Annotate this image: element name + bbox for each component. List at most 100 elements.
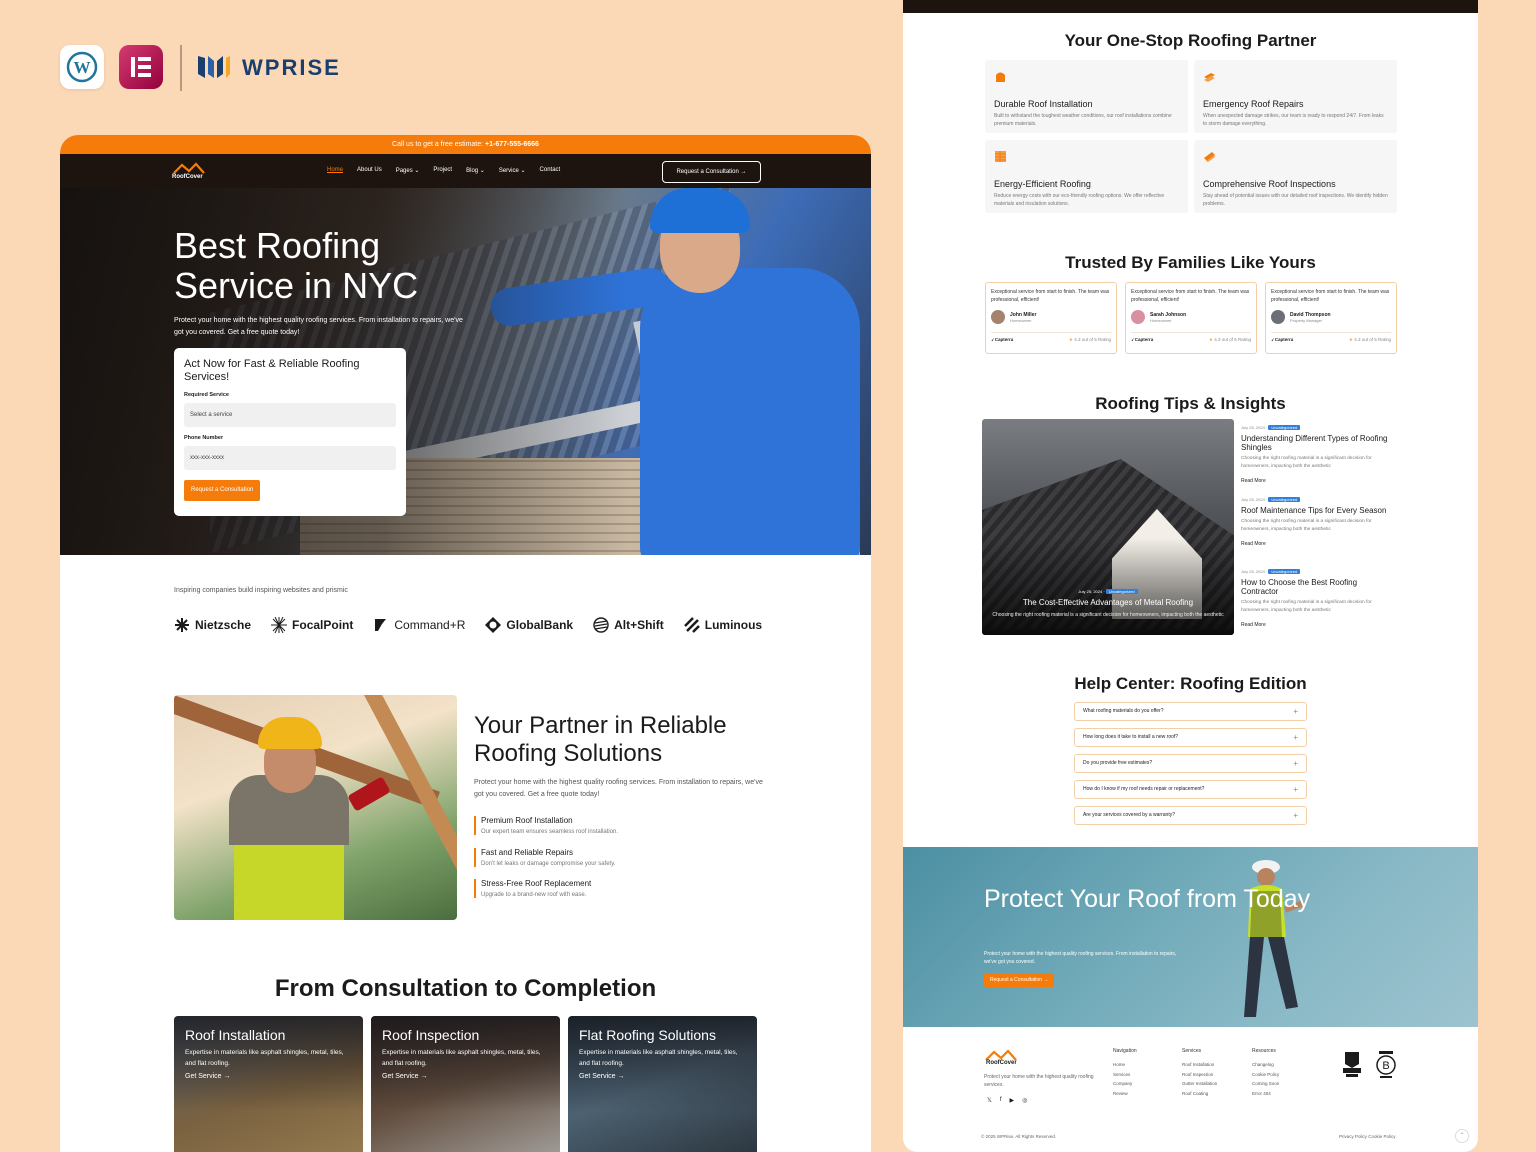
service-card-desc: Built to withstand the toughest weather …: [994, 113, 1172, 127]
category-badge: Uncategorized: [1268, 497, 1301, 502]
post-title[interactable]: How to Choose the Best Roofing Contracto…: [1241, 578, 1391, 596]
footer-link[interactable]: Gutter Installation: [1182, 1079, 1217, 1089]
roofcover-logo-icon[interactable]: [172, 162, 206, 174]
facebook-icon[interactable]: f: [1000, 1097, 1002, 1104]
featured-blog-post[interactable]: July 25, 2024 · Uncategorized The Cost-E…: [982, 419, 1234, 635]
get-service-link[interactable]: Get Service →: [579, 1073, 746, 1080]
category-badge: Uncategorized: [1268, 425, 1301, 430]
service-card-desc: Expertise in materials like asphalt shin…: [579, 1049, 738, 1067]
client-logo-luminous: Luminous: [683, 617, 762, 633]
nav-pages[interactable]: Pages ⌄: [396, 167, 420, 174]
plus-icon[interactable]: +: [1293, 703, 1298, 720]
category-badge: Uncategorized: [1105, 589, 1138, 594]
nav-about[interactable]: About Us: [357, 167, 382, 174]
nav-blog[interactable]: Blog ⌄: [466, 167, 485, 174]
testimonial-name: John Miller: [1010, 311, 1037, 318]
service-card-desc: Reduce energy costs with our eco-friendl…: [994, 193, 1165, 207]
service-card[interactable]: Energy-Efficient Roofing Reduce energy c…: [985, 140, 1188, 213]
get-service-link[interactable]: Get Service →: [185, 1073, 352, 1080]
nav-service[interactable]: Service ⌄: [499, 167, 526, 174]
feature-item: Premium Roof Installation Our expert tea…: [474, 816, 618, 835]
footer-link[interactable]: Cookie Policy: [1252, 1070, 1279, 1080]
read-more-link[interactable]: Read More: [1241, 478, 1391, 484]
star-icon: ★: [1208, 337, 1213, 342]
testimonials-title: Trusted By Families Like Yours: [1065, 253, 1316, 272]
featured-post-title[interactable]: The Cost-Effective Advantages of Metal R…: [982, 598, 1234, 607]
plus-icon[interactable]: +: [1293, 755, 1298, 772]
roof-panel-icon: [995, 151, 1006, 162]
footer-col-title: Services: [1182, 1048, 1202, 1054]
homepage-preview-right: Your One-Stop Roofing Partner Durable Ro…: [903, 0, 1478, 1152]
footer-link[interactable]: Roof Coating: [1182, 1089, 1217, 1099]
faq-item[interactable]: Do you provide free estimates? +: [1074, 754, 1307, 773]
footer-link[interactable]: Roof Installation: [1182, 1060, 1217, 1070]
cta-worker-image: [1244, 860, 1305, 1017]
blog-list-item[interactable]: July 25, 2024 · Uncategorized How to Cho…: [1241, 569, 1391, 628]
topbar-phone-link[interactable]: +1-677-555-6666: [485, 141, 539, 148]
faq-item[interactable]: Are your services covered by a warranty?…: [1074, 806, 1307, 825]
nav-home[interactable]: Home: [327, 167, 343, 174]
service-card-flat-roofing[interactable]: Flat Roofing Solutions Expertise in mate…: [568, 1016, 757, 1152]
phone-input[interactable]: xxx-xxx-xxxx: [184, 446, 396, 470]
faq-item[interactable]: How do I know if my roof needs repair or…: [1074, 780, 1307, 799]
blog-list-item[interactable]: July 25, 2024 · Uncategorized Roof Maint…: [1241, 497, 1391, 547]
feature-desc: Upgrade to a brand-new roof with ease.: [481, 892, 587, 898]
get-service-link[interactable]: Get Service →: [382, 1073, 549, 1080]
form-submit-button[interactable]: Request a Consultation: [184, 480, 261, 501]
blog-list-item[interactable]: July 25, 2024 · Uncategorized Understand…: [1241, 425, 1391, 484]
cta-request-button[interactable]: Request a Consultation →: [984, 973, 1055, 987]
plus-icon[interactable]: +: [1293, 781, 1298, 798]
footer-legal-links[interactable]: Privacy Policy Cookie Policy: [1339, 1134, 1396, 1139]
footer-link[interactable]: Changelog: [1252, 1060, 1279, 1070]
testimonial-role: Homeowner: [1150, 317, 1172, 323]
consultation-form: Act Now for Fast & Reliable Roofing Serv…: [174, 348, 406, 516]
client-logo-nietzsche: Nietzsche: [174, 617, 251, 633]
nav-contact[interactable]: Contact: [540, 167, 561, 174]
back-to-top-icon[interactable]: ⌃: [1455, 1129, 1469, 1143]
service-card-roof-installation[interactable]: Roof Installation Expertise in materials…: [174, 1016, 363, 1152]
footer-link[interactable]: Services: [1113, 1070, 1137, 1080]
wordpress-icon: W: [60, 45, 104, 89]
brand-divider: [180, 45, 182, 91]
footer-social-links: 𝕏 f ▶ ◎: [987, 1097, 1027, 1104]
x-twitter-icon[interactable]: 𝕏: [987, 1097, 992, 1104]
roofcover-logo-text[interactable]: RoofCover: [172, 174, 203, 180]
footer-link[interactable]: Error 404: [1252, 1089, 1279, 1099]
service-card-desc: When unexpected damage strikes, our team…: [1203, 113, 1384, 127]
clients-caption: Inspiring companies build inspiring webs…: [174, 587, 348, 594]
footer-logo-text[interactable]: RoofCover: [986, 1060, 1017, 1066]
service-card[interactable]: Emergency Roof Repairs When unexpected d…: [1194, 60, 1397, 133]
youtube-icon[interactable]: ▶: [1010, 1097, 1015, 1104]
plus-icon[interactable]: +: [1293, 729, 1298, 746]
testimonial-text: Exceptional service from start to finish…: [991, 289, 1110, 303]
footer-link[interactable]: Roof Inspection: [1182, 1070, 1217, 1080]
users-love-us-badge-icon: [1343, 1052, 1361, 1077]
faq-item[interactable]: How long does it take to install a new r…: [1074, 728, 1307, 747]
read-more-link[interactable]: Read More: [1241, 541, 1391, 547]
faq-item[interactable]: What roofing materials do you offer? +: [1074, 702, 1307, 721]
plus-icon[interactable]: +: [1293, 807, 1298, 824]
instagram-icon[interactable]: ◎: [1022, 1097, 1027, 1104]
elementor-icon: [119, 45, 163, 89]
testimonial-name: David Thompson: [1290, 311, 1331, 318]
wprise-wordmark: WPRISE: [242, 55, 341, 80]
post-title[interactable]: Understanding Different Types of Roofing…: [1241, 434, 1391, 452]
service-card[interactable]: Durable Roof Installation Built to withs…: [985, 60, 1188, 133]
category-badge: Uncategorized: [1268, 569, 1301, 574]
footer-link[interactable]: Review: [1113, 1089, 1137, 1099]
testimonial-card: Exceptional service from start to finish…: [985, 282, 1117, 354]
footer-link[interactable]: Home: [1113, 1060, 1137, 1070]
post-title[interactable]: Roof Maintenance Tips for Every Season: [1241, 506, 1391, 515]
footer-link[interactable]: Coming Soon: [1252, 1079, 1279, 1089]
service-select[interactable]: Select a service: [184, 403, 396, 427]
nav-project[interactable]: Project: [433, 167, 452, 174]
request-consultation-button[interactable]: Request a Consultation →: [662, 161, 761, 183]
service-label: Required Service: [184, 392, 229, 398]
service-card-roof-inspection[interactable]: Roof Inspection Expertise in materials l…: [371, 1016, 560, 1152]
hero-title: Best Roofing Service in NYC: [174, 225, 419, 306]
form-title: Act Now for Fast & Reliable Roofing Serv…: [184, 358, 360, 383]
service-card[interactable]: Comprehensive Roof Inspections Stay ahea…: [1194, 140, 1397, 213]
footer-link[interactable]: Company: [1113, 1079, 1137, 1089]
nietzsche-icon: [175, 618, 189, 632]
read-more-link[interactable]: Read More: [1241, 622, 1391, 628]
